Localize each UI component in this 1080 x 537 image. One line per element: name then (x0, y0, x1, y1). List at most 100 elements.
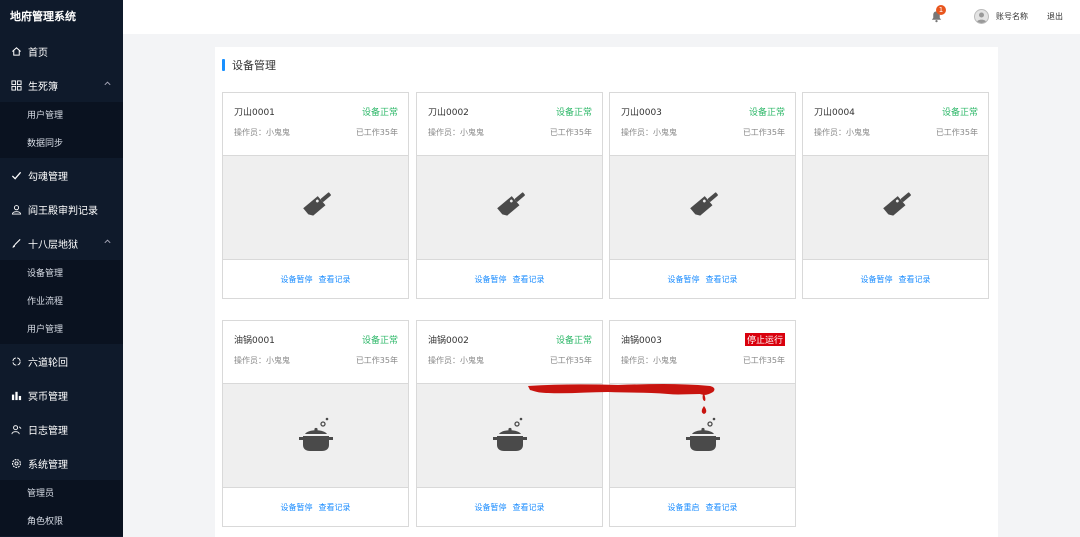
sidebar-item-eighteen-hells[interactable]: 十八层地狱 (0, 226, 123, 260)
cleaver-icon (882, 191, 911, 216)
sidebar-subitem-administrators[interactable]: 管理员 (0, 480, 123, 508)
device-name: 刀山0004 (814, 108, 855, 118)
view-records-button[interactable]: 查看记录 (706, 274, 738, 285)
submenu-eighteen-hells: 设备管理 作业流程 用户管理 (0, 260, 123, 344)
device-card: 油锅0003 停止运行 操作员：小鬼鬼 已工作35年 设备重启 查看记录 (609, 320, 796, 527)
sidebar-subitem-workflow[interactable]: 作业流程 (0, 288, 123, 316)
pause-device-button[interactable]: 设备暂停 (281, 502, 313, 513)
sidebar-item-home[interactable]: 首页 (0, 34, 123, 68)
device-card: 油锅0002 设备正常 操作员：小鬼鬼 已工作35年 设备暂停 查看记录 (416, 320, 603, 527)
view-records-button[interactable]: 查看记录 (513, 274, 545, 285)
sidebar-item-life-death-book[interactable]: 生死簿 (0, 68, 123, 102)
sidebar-item-label: 系统管理 (28, 459, 68, 471)
pause-device-button[interactable]: 设备暂停 (475, 274, 507, 285)
sidebar-item-label: 十八层地狱 (28, 239, 78, 251)
chevron-up-icon[interactable] (103, 237, 113, 247)
sidebar-item-label: 阎王殿审判记录 (28, 205, 98, 217)
view-records-button[interactable]: 查看记录 (319, 274, 351, 285)
card-actions: 设备暂停 查看记录 (223, 260, 408, 298)
cleaver-icon (689, 191, 718, 216)
device-name: 刀山0002 (428, 108, 469, 118)
brush-icon (10, 237, 22, 249)
sidebar-item-label: 冥币管理 (28, 391, 68, 403)
device-card: 刀山0001 设备正常 操作员：小鬼鬼 已工作35年 设备暂停 查看记录 (222, 92, 409, 299)
device-image (803, 156, 988, 260)
operator-label: 操作员：小鬼鬼 (428, 128, 484, 137)
status-badge: 设备正常 (555, 336, 592, 346)
device-name: 油锅0001 (234, 336, 275, 346)
sidebar-item-soul-capture[interactable]: 勾魂管理 (0, 158, 123, 192)
sidebar-item-label: 勾魂管理 (28, 171, 68, 183)
cooking-pot-icon (298, 417, 333, 451)
view-records-button[interactable]: 查看记录 (319, 502, 351, 513)
operator-label: 操作员：小鬼鬼 (621, 356, 677, 365)
card-header: 油锅0003 停止运行 操作员：小鬼鬼 已工作35年 (610, 321, 795, 384)
cleaver-icon (496, 191, 525, 216)
user-log-icon (10, 423, 22, 435)
chevron-up-icon[interactable] (103, 79, 113, 89)
work-duration: 已工作35年 (742, 356, 785, 365)
card-actions: 设备暂停 查看记录 (223, 488, 408, 526)
card-actions: 设备暂停 查看记录 (417, 260, 602, 298)
sidebar-item-label: 生死簿 (28, 81, 58, 93)
submenu-life-death-book: 用户管理 数据同步 (0, 102, 123, 158)
device-card: 油锅0001 设备正常 操作员：小鬼鬼 已工作35年 设备暂停 查看记录 (222, 320, 409, 527)
work-duration: 已工作35年 (355, 128, 398, 137)
view-records-button[interactable]: 查看记录 (899, 274, 931, 285)
cooking-pot-icon (685, 417, 720, 451)
sidebar-subitem-role-permissions[interactable]: 角色权限 (0, 508, 123, 536)
pause-device-button[interactable]: 设备暂停 (475, 502, 507, 513)
work-duration: 已工作35年 (742, 128, 785, 137)
device-name: 刀山0003 (621, 108, 662, 118)
account-name[interactable]: 账号名称 (996, 11, 1028, 22)
sidebar-item-reincarnation[interactable]: 六道轮回 (0, 344, 123, 378)
sidebar-subitem-device-management[interactable]: 设备管理 (0, 260, 123, 288)
device-image (417, 156, 602, 260)
card-header: 刀山0004 设备正常 操作员：小鬼鬼 已工作35年 (803, 93, 988, 156)
operator-label: 操作员：小鬼鬼 (621, 128, 677, 137)
sidebar-item-log-management[interactable]: 日志管理 (0, 412, 123, 446)
coins-icon (10, 389, 22, 401)
sidebar-item-label: 首页 (28, 47, 48, 59)
logout-link[interactable]: 退出 (1047, 11, 1063, 22)
card-header: 刀山0001 设备正常 操作员：小鬼鬼 已工作35年 (223, 93, 408, 156)
status-badge: 设备正常 (361, 336, 398, 346)
sidebar-subitem-user-management[interactable]: 用户管理 (0, 316, 123, 344)
sidebar-item-hell-money[interactable]: 冥币管理 (0, 378, 123, 412)
sidebar-item-system-management[interactable]: 系统管理 (0, 446, 123, 480)
restart-device-button[interactable]: 设备重启 (668, 502, 700, 513)
operator-label: 操作员：小鬼鬼 (428, 356, 484, 365)
cleaver-icon (302, 191, 331, 216)
device-card: 刀山0002 设备正常 操作员：小鬼鬼 已工作35年 设备暂停 查看记录 (416, 92, 603, 299)
operator-label: 操作员：小鬼鬼 (814, 128, 870, 137)
pause-device-button[interactable]: 设备暂停 (281, 274, 313, 285)
section-title: 设备管理 (222, 59, 276, 73)
status-badge: 停止运行 (744, 333, 785, 346)
card-header: 刀山0002 设备正常 操作员：小鬼鬼 已工作35年 (417, 93, 602, 156)
operator-label: 操作员：小鬼鬼 (234, 356, 290, 365)
work-duration: 已工作35年 (549, 128, 592, 137)
device-image (417, 384, 602, 488)
card-header: 刀山0003 设备正常 操作员：小鬼鬼 已工作35年 (610, 93, 795, 156)
app-title: 地府管理系统 (10, 10, 76, 23)
device-card: 刀山0003 设备正常 操作员：小鬼鬼 已工作35年 设备暂停 查看记录 (609, 92, 796, 299)
operator-label: 操作员：小鬼鬼 (234, 128, 290, 137)
status-badge: 设备正常 (748, 108, 785, 118)
device-image (223, 156, 408, 260)
device-name: 油锅0002 (428, 336, 469, 346)
device-name: 刀山0001 (234, 108, 275, 118)
card-actions: 设备重启 查看记录 (610, 488, 795, 526)
cycle-icon (10, 355, 22, 367)
view-records-button[interactable]: 查看记录 (513, 502, 545, 513)
card-header: 油锅0002 设备正常 操作员：小鬼鬼 已工作35年 (417, 321, 602, 384)
avatar[interactable] (974, 9, 989, 24)
pause-device-button[interactable]: 设备暂停 (861, 274, 893, 285)
work-duration: 已工作35年 (549, 356, 592, 365)
sidebar-subitem-user-management[interactable]: 用户管理 (0, 102, 123, 130)
sidebar-item-judgment-records[interactable]: 阎王殿审判记录 (0, 192, 123, 226)
device-card: 刀山0004 设备正常 操作员：小鬼鬼 已工作35年 设备暂停 查看记录 (802, 92, 989, 299)
sidebar-subitem-data-sync[interactable]: 数据同步 (0, 130, 123, 158)
pause-device-button[interactable]: 设备暂停 (668, 274, 700, 285)
grid-icon (10, 79, 22, 91)
view-records-button[interactable]: 查看记录 (706, 502, 738, 513)
